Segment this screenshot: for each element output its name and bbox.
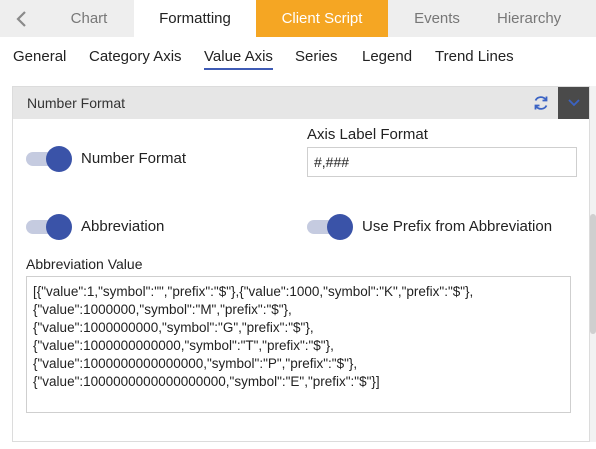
collapse-button[interactable] [558,87,589,119]
back-button[interactable] [0,0,44,37]
use-prefix-toggle[interactable] [307,214,353,240]
subtab-category-axis[interactable]: Category Axis [89,48,182,65]
subtab-series[interactable]: Series [295,48,338,65]
tab-hierarchy[interactable]: Hierarchy [486,0,596,37]
subtab-general[interactable]: General [13,48,66,65]
refresh-icon[interactable] [532,94,550,112]
panel-title: Number Format [27,95,126,111]
tab-chart[interactable]: Chart [44,0,134,37]
scrollbar[interactable] [590,86,596,442]
sub-tab-bar: General Category Axis Value Axis Series … [0,37,596,81]
chevron-down-icon [567,99,580,107]
tab-client-script[interactable]: Client Script [256,0,388,37]
scrollbar-thumb[interactable] [590,214,596,334]
toggle-knob [327,214,353,240]
axis-label-format-input[interactable]: #,### [307,147,577,177]
tab-events[interactable]: Events [388,0,486,37]
use-prefix-label: Use Prefix from Abbreviation [362,218,553,235]
abbreviation-label: Abbreviation [81,218,165,235]
panel-header[interactable]: Number Format [13,87,589,119]
toggle-knob [46,214,72,240]
toggle-knob [46,146,72,172]
abbreviation-value-textarea[interactable]: [{"value":1,"symbol":"","prefix":"$"},{"… [26,276,571,413]
subtab-trend-lines[interactable]: Trend Lines [435,48,514,65]
abbreviation-value-title: Abbreviation Value [26,256,143,272]
subtab-legend[interactable]: Legend [362,48,412,65]
subtab-value-axis[interactable]: Value Axis [204,48,273,70]
tab-formatting[interactable]: Formatting [134,0,256,37]
number-format-label: Number Format [81,150,187,167]
chevron-left-icon [16,10,26,27]
top-tab-bar: Chart Formatting Client Script Events Hi… [0,0,596,37]
number-format-toggle[interactable] [26,146,72,172]
axis-label-format-title: Axis Label Format [307,126,428,143]
abbreviation-toggle[interactable] [26,214,72,240]
